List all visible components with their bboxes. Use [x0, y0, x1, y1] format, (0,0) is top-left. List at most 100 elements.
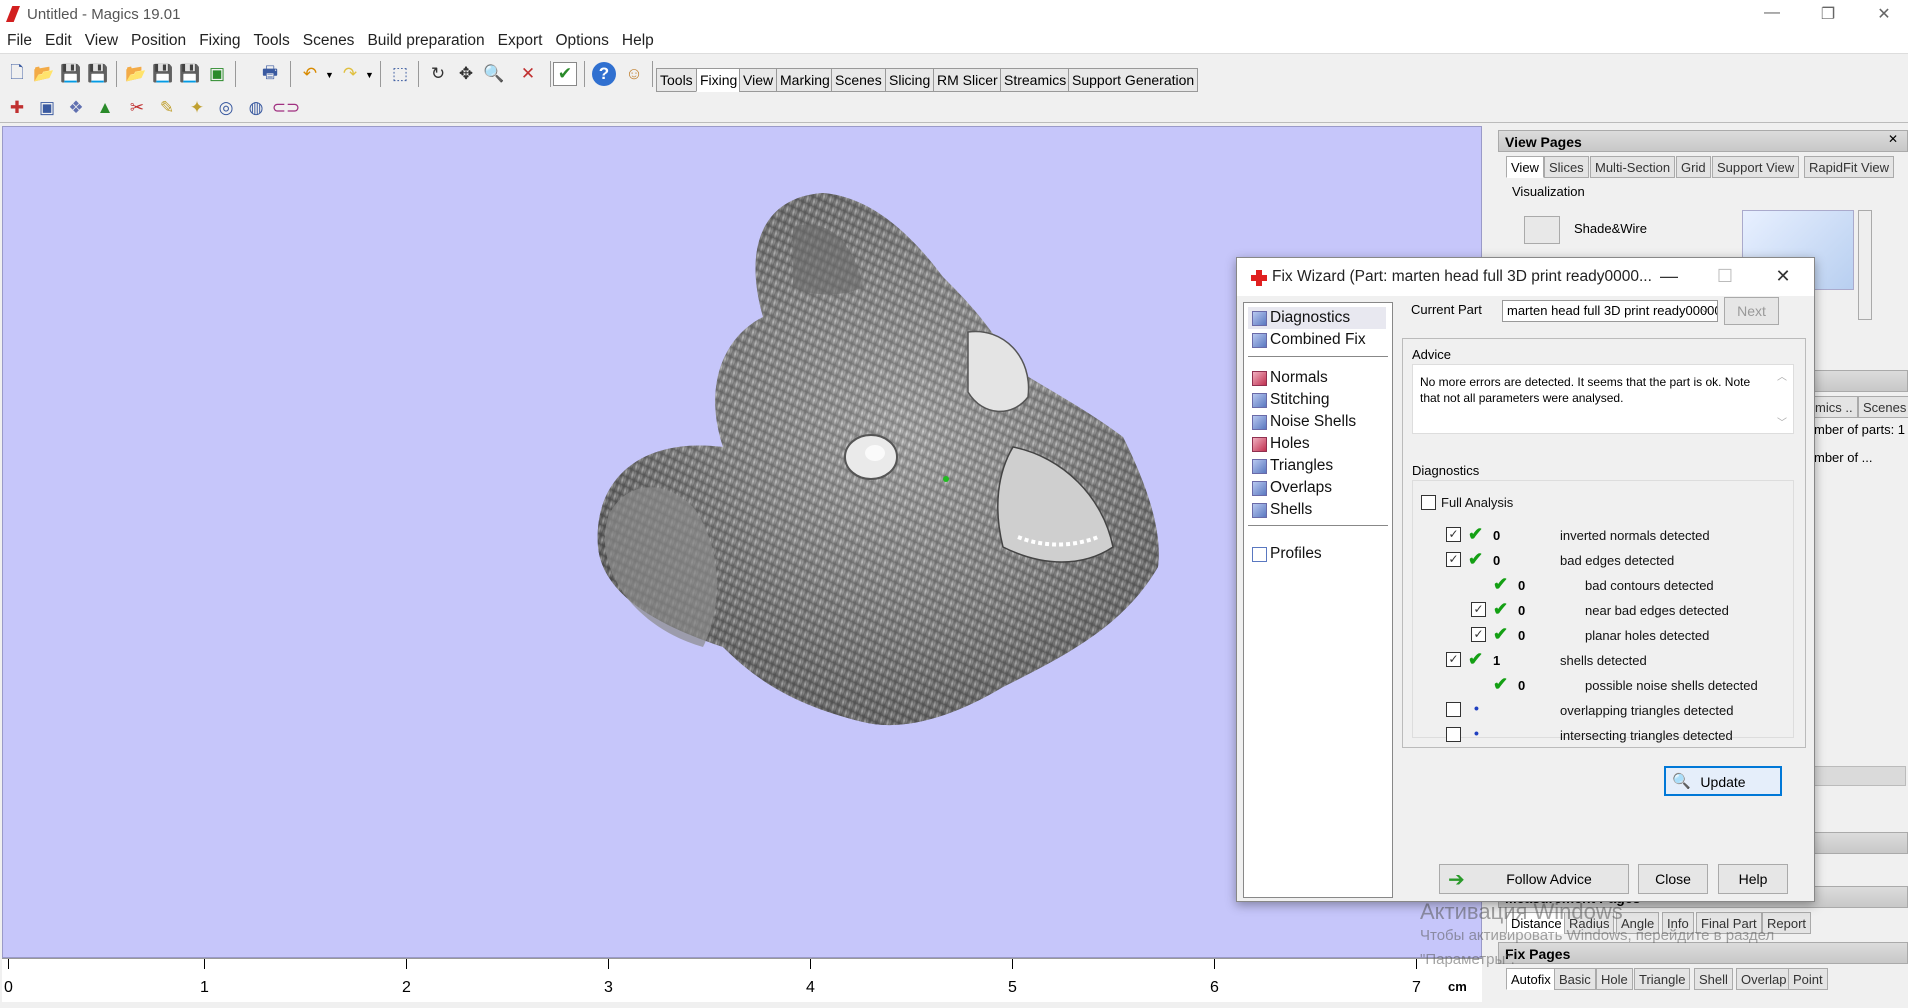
menu-scenes[interactable]: Scenes [296, 30, 361, 50]
magnifier-icon [1252, 311, 1267, 326]
menu-options[interactable]: Options [548, 30, 614, 50]
nav-triangles[interactable]: Triangles [1248, 455, 1386, 477]
checked-checkbox[interactable]: ✓ [1446, 552, 1461, 567]
undo-icon[interactable]: ↶ [298, 62, 322, 86]
view-scrollbar[interactable] [1858, 210, 1872, 320]
follow-advice-button[interactable]: ➔ Follow Advice [1439, 864, 1629, 894]
checked-checkbox[interactable]: ✓ [1446, 527, 1461, 542]
menu-view[interactable]: View [78, 30, 124, 50]
tab-fixing[interactable]: Fixing [696, 68, 742, 92]
menu-edit[interactable]: Edit [38, 30, 78, 50]
add-part-icon[interactable]: ✚ [5, 96, 29, 120]
scenes-scrollbar[interactable] [1810, 766, 1906, 786]
tab-scenes[interactable]: Scenes [831, 68, 886, 92]
dialog-close-button[interactable]: ✕ [1763, 266, 1803, 287]
close-icon[interactable]: ✕ [1888, 132, 1898, 146]
nav-normals[interactable]: Normals [1248, 367, 1386, 389]
tab-slicing[interactable]: Slicing [885, 68, 935, 92]
menu-position[interactable]: Position [124, 30, 192, 50]
help-icon[interactable]: ? [592, 62, 616, 86]
dialog-minimize-button[interactable]: — [1649, 266, 1689, 287]
diagnostic-count: 0 [1518, 603, 1526, 618]
tab-view-page[interactable]: View [1506, 156, 1544, 178]
fix-wizard-icon[interactable]: ✔ [553, 62, 577, 86]
print-icon[interactable]: 🖶 [258, 62, 282, 86]
pan-view-icon[interactable]: ✥ [454, 62, 478, 86]
restore-button[interactable]: ❐ [1808, 4, 1848, 26]
minimize-button[interactable]: — [1752, 4, 1792, 26]
shells-icon[interactable]: ❖ [64, 96, 88, 120]
unload-part-icon[interactable]: ▣ [205, 62, 229, 86]
nav-stitching[interactable]: Stitching [1248, 389, 1386, 411]
nav-holes[interactable]: Holes [1248, 433, 1386, 455]
zoom-reset-icon[interactable]: ✕ [516, 62, 540, 86]
menu-export[interactable]: Export [491, 30, 549, 50]
tab-rapidfit-view[interactable]: RapidFit View [1804, 156, 1894, 178]
zoom-icon[interactable]: 🔍 [482, 62, 506, 86]
menu-file[interactable]: File [0, 30, 38, 50]
save-as-icon[interactable]: 💾 [86, 62, 110, 86]
link-icon[interactable]: ⊂⊃ [272, 96, 301, 120]
tab-support-view[interactable]: Support View [1712, 156, 1800, 178]
tab-support-generation[interactable]: Support Generation [1068, 68, 1199, 92]
save-part-icon[interactable]: 💾 [151, 62, 175, 86]
checkbox[interactable] [1446, 727, 1461, 742]
nav-shells[interactable]: Shells [1248, 499, 1386, 521]
checked-checkbox[interactable]: ✓ [1446, 652, 1461, 667]
part-icon[interactable]: ▣ [35, 96, 59, 120]
help-button[interactable]: Help [1718, 864, 1788, 894]
diagnostic-label: bad contours detected [1585, 578, 1714, 593]
tab-view[interactable]: View [739, 68, 778, 92]
tab-marking[interactable]: Marking [776, 68, 834, 92]
diagnostic-count: 0 [1518, 678, 1526, 693]
nav-combined-fix[interactable]: Combined Fix [1248, 329, 1386, 351]
save-icon[interactable]: 💾 [59, 62, 83, 86]
globe-icon[interactable]: ◍ [244, 96, 268, 120]
tab-rm-slicer[interactable]: RM Slicer [933, 68, 1002, 92]
cut-icon[interactable]: ✂ [125, 96, 149, 120]
undo-dropdown-icon[interactable]: ▼ [325, 70, 334, 80]
open-folder-icon[interactable]: 📂 [32, 62, 56, 86]
close-window-button[interactable]: ✕ [1864, 4, 1904, 26]
close-button[interactable]: Close [1638, 864, 1708, 894]
nav-profiles[interactable]: Profiles [1248, 543, 1386, 565]
select-icon[interactable]: ⬚ [388, 62, 412, 86]
menu-build-preparation[interactable]: Build preparation [360, 30, 490, 50]
nav-noise-shells[interactable]: Noise Shells [1248, 411, 1386, 433]
checked-checkbox[interactable]: ✓ [1471, 602, 1486, 617]
nav-overlaps[interactable]: Overlaps [1248, 477, 1386, 499]
rotate-view-icon[interactable]: ↻ [426, 62, 450, 86]
triangle-icon[interactable]: ▲ [93, 96, 117, 120]
import-part-icon[interactable]: 📂 [124, 62, 148, 86]
tab-grid[interactable]: Grid [1676, 156, 1711, 178]
save-part-as-icon[interactable]: 💾 [178, 62, 202, 86]
new-file-icon[interactable]: 🗋 [5, 62, 29, 86]
nav-diagnostics[interactable]: Diagnostics [1248, 307, 1386, 329]
number-of-parts: mber of parts: 1 [1814, 422, 1906, 437]
menu-help[interactable]: Help [615, 30, 660, 50]
shade-wire-button[interactable] [1524, 216, 1560, 244]
advice-scroll-up-icon[interactable]: ︿ [1777, 368, 1787, 383]
toolbar-separator [418, 61, 419, 87]
user-icon[interactable]: ☺ [622, 62, 646, 86]
tab-multi-section[interactable]: Multi-Section [1590, 156, 1676, 178]
tab-slices[interactable]: Slices [1544, 156, 1589, 178]
tab-point[interactable]: Point [1788, 968, 1828, 990]
tab-tools[interactable]: Tools [656, 68, 697, 92]
advice-scroll-down-icon[interactable]: ﹀ [1777, 414, 1787, 429]
checkbox[interactable] [1446, 702, 1461, 717]
tab-streamics-scenes[interactable]: mics .. [1810, 396, 1858, 418]
tab-streamics[interactable]: Streamics [1000, 68, 1071, 92]
current-part-select[interactable]: marten head full 3D print ready00000 [1502, 300, 1718, 322]
wand-icon[interactable]: ✦ [185, 96, 209, 120]
tab-scenes-panel[interactable]: Scenes [1858, 396, 1908, 418]
full-analysis-checkbox[interactable] [1421, 495, 1436, 510]
update-button[interactable]: 🔍 Update [1664, 766, 1782, 796]
checked-checkbox[interactable]: ✓ [1471, 627, 1486, 642]
sphere-icon[interactable]: ◎ [214, 96, 238, 120]
menu-fixing[interactable]: Fixing [192, 30, 246, 50]
menu-tools[interactable]: Tools [247, 30, 296, 50]
redo-icon[interactable]: ↷ [338, 62, 362, 86]
edit-icon[interactable]: ✎ [155, 96, 179, 120]
redo-dropdown-icon[interactable]: ▼ [365, 70, 374, 80]
